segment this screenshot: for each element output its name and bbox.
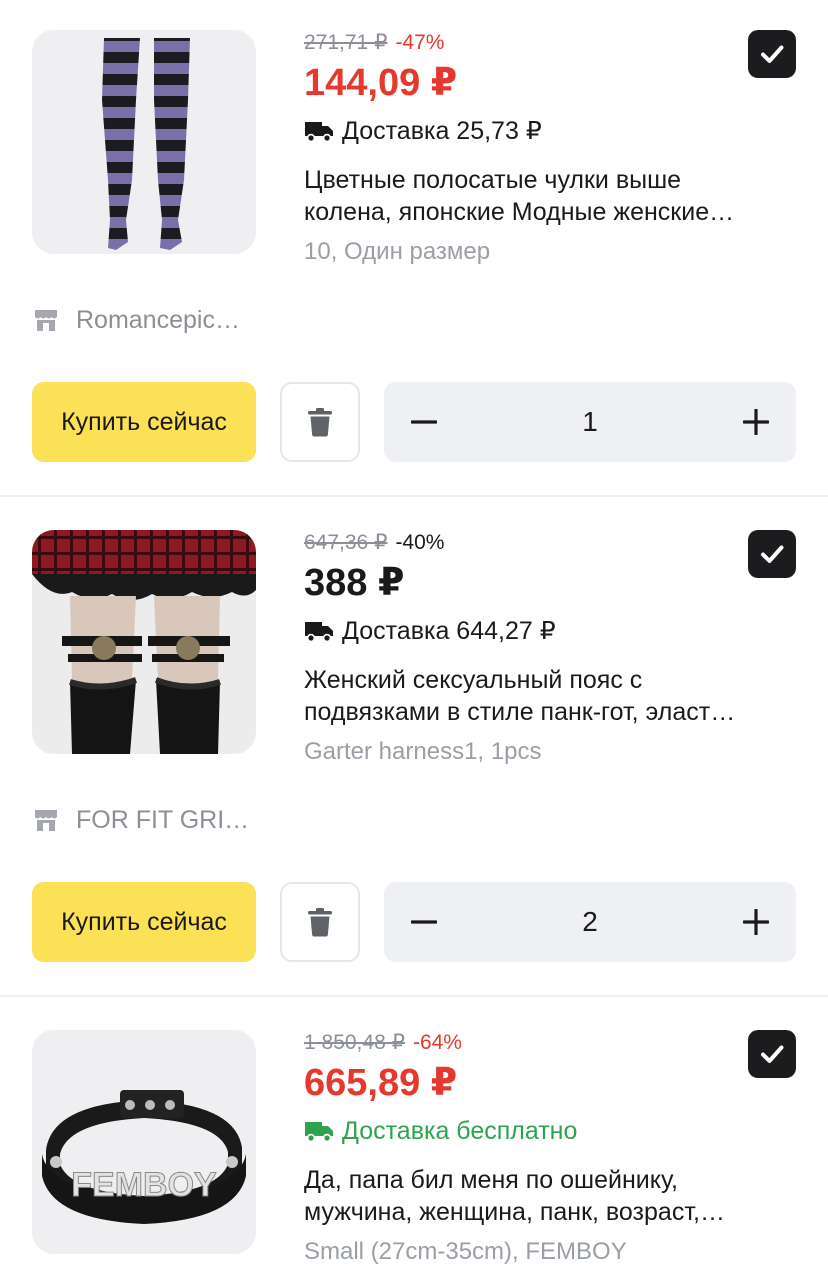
product-image[interactable]: FEMBOY [32,1030,256,1254]
quantity-value: 1 [582,406,598,437]
divider [0,995,828,997]
title-line: Да, папа бил меня по ошейнику, [304,1166,678,1194]
increase-quantity-button[interactable] [716,382,796,462]
old-price: 647,36 ₽ [304,531,388,554]
item-checkbox[interactable] [748,30,796,78]
trash-icon [308,408,332,437]
buy-now-button[interactable]: Купить сейчас [32,882,256,962]
quantity-stepper: 1 [384,382,796,462]
plus-icon [743,409,769,435]
product-variant: Garter harness1, 1pcs [304,738,542,765]
old-price: 271,71 ₽ [304,31,388,54]
product-variant: 10, Один размер [304,238,491,265]
plus-icon [743,909,769,935]
title-line: колена, японские Модные женские… [304,198,735,226]
product-title[interactable]: Цветные полосатые чулки выше колена, япо… [304,164,800,228]
current-price: 144,09 ₽ [304,62,458,104]
trash-icon [308,908,332,937]
checkmark-icon [761,1045,784,1063]
product-image[interactable] [32,530,256,754]
old-price-row: 1 850,48 ₽ -64% [304,1030,462,1056]
delete-button[interactable] [280,882,360,962]
discount-label: -47% [395,31,445,54]
item-checkbox[interactable] [748,1030,796,1078]
buy-now-button[interactable]: Купить сейчас [32,382,256,462]
current-price: 665,89 ₽ [304,1062,458,1104]
quantity-value: 2 [582,906,598,937]
title-line: подвязками в стиле панк-гот, эласт… [304,698,736,726]
product-image[interactable] [32,30,256,254]
discount-label: -40% [395,531,445,554]
product-title[interactable]: Женский сексуальный пояс с подвязками в … [304,664,800,728]
decrease-quantity-button[interactable] [384,882,464,962]
minus-icon [411,420,437,424]
old-price: 1 850,48 ₽ [304,1031,405,1054]
current-price: 388 ₽ [304,562,405,604]
delivery-info: Доставка бесплатно [304,1114,577,1148]
delete-button[interactable] [280,382,360,462]
title-line: Женский сексуальный пояс с [304,666,643,694]
title-line: мужчина, женщина, панк, возраст,… [304,1198,725,1226]
striped-stockings-image [32,30,256,254]
minus-icon [411,920,437,924]
quantity-stepper: 2 [384,882,796,962]
garter-harness-image [32,530,256,754]
increase-quantity-button[interactable] [716,882,796,962]
delivery-info: Доставка 644,27 ₽ [304,614,556,648]
divider [0,495,828,497]
checkmark-icon [761,45,784,63]
delivery-text: Доставка 25,73 ₽ [342,117,542,145]
store-name: Romancepic… [76,305,240,334]
product-variant: Small (27cm-35cm), FEMBOY [304,1238,627,1265]
store-name: FOR FIT GRI… [76,805,250,834]
delivery-truck-icon [305,1122,333,1142]
old-price-row: 271,71 ₽ -47% [304,30,444,56]
title-line: Цветные полосатые чулки выше [304,166,682,194]
delivery-info: Доставка 25,73 ₽ [304,114,542,148]
delivery-truck-icon [305,622,333,642]
discount-label: -64% [412,1031,462,1054]
item-checkbox[interactable] [748,530,796,578]
femboy-collar-image: FEMBOY [32,1030,256,1254]
decrease-quantity-button[interactable] [384,382,464,462]
store-link[interactable]: Romancepic… [32,302,240,338]
delivery-truck-icon [305,122,333,142]
product-title[interactable]: Да, папа бил меня по ошейнику, мужчина, … [304,1164,800,1228]
collar-lettering: FEMBOY [71,1166,217,1204]
store-icon [35,810,57,831]
old-price-row: 647,36 ₽ -40% [304,530,444,556]
delivery-text: Доставка бесплатно [342,1117,578,1145]
store-icon [35,310,57,331]
store-link[interactable]: FOR FIT GRI… [32,802,249,838]
checkmark-icon [761,545,784,563]
delivery-text: Доставка 644,27 ₽ [342,617,556,645]
